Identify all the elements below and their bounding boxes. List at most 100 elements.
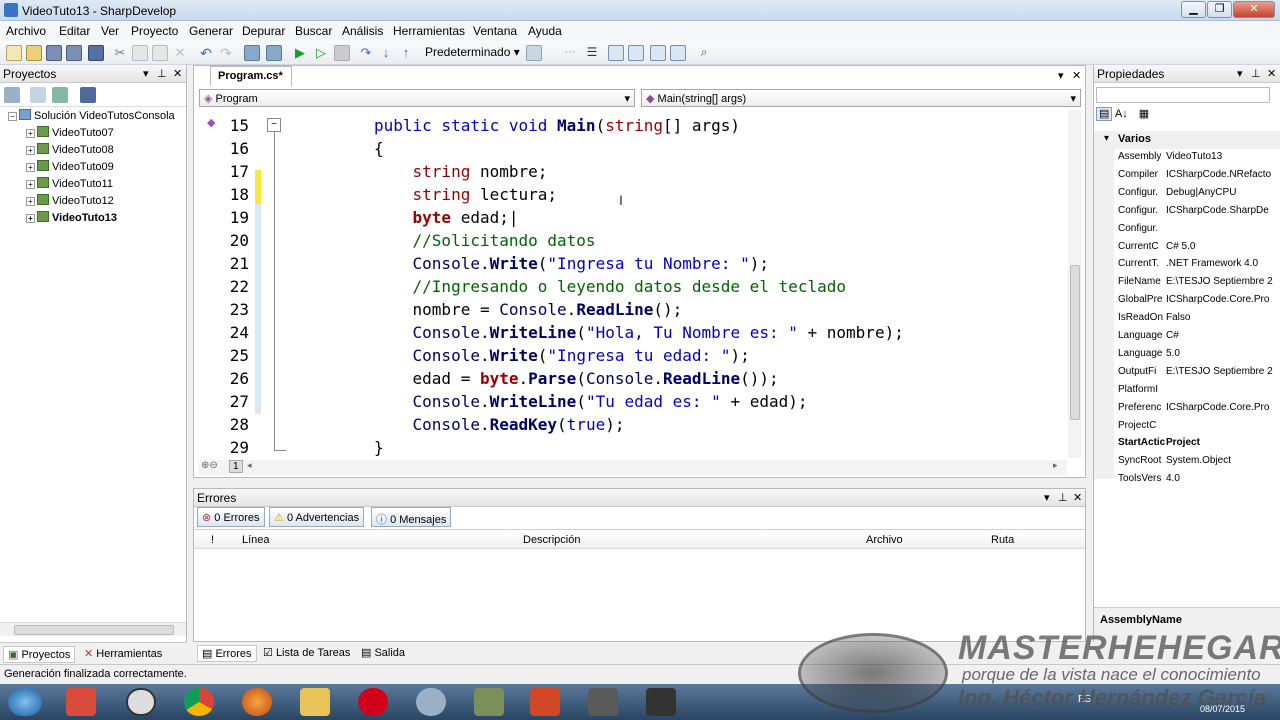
scroll-thumb[interactable]	[14, 625, 174, 635]
save-icon[interactable]	[46, 45, 62, 61]
save-as-icon[interactable]	[88, 45, 104, 61]
member-select[interactable]: ◆ Main(string[] args) ▾	[641, 89, 1081, 107]
powerpoint-icon[interactable]	[530, 688, 560, 716]
layout3-icon[interactable]	[670, 45, 686, 61]
delete-icon[interactable]: ✕	[172, 45, 188, 61]
rebuild-icon[interactable]	[266, 45, 282, 61]
editor-dropdown-icon[interactable]: ▾	[1058, 69, 1064, 82]
step-into-icon[interactable]: ↓	[378, 45, 394, 61]
panel-dropdown-icon[interactable]: ▾	[1044, 491, 1050, 504]
menu-proyecto[interactable]: Proyecto	[131, 24, 178, 38]
tab-program-cs[interactable]: Program.cs*	[210, 66, 292, 86]
code-editor[interactable]: ◆ − 15 16 17 18 19 20 21 22 23 24 25 26 …	[199, 110, 1069, 458]
new-file-icon[interactable]	[6, 45, 22, 61]
chrome-icon[interactable]	[184, 688, 214, 716]
errors-filter-button[interactable]: ⊗ 0 Errores	[197, 507, 265, 527]
zoom-icon[interactable]: ⊕⊖	[201, 460, 218, 471]
start-button-icon[interactable]	[8, 688, 42, 716]
project-node[interactable]: + VideoTuto07	[26, 126, 114, 139]
property-pages-icon[interactable]: ▦	[1139, 108, 1149, 120]
folder-icon[interactable]	[300, 688, 330, 716]
property-row[interactable]: Language C#	[1118, 330, 1280, 341]
layout-icon[interactable]	[628, 45, 644, 61]
object-select[interactable]	[1096, 87, 1270, 103]
platform-icon[interactable]	[526, 45, 542, 61]
build-icon[interactable]	[244, 45, 260, 61]
layout2-icon[interactable]	[650, 45, 666, 61]
copy-icon[interactable]	[132, 45, 148, 61]
menu-editar[interactable]: Editar	[59, 24, 90, 38]
collapse-icon[interactable]: −	[8, 112, 17, 121]
column-linea[interactable]: Línea	[242, 534, 270, 546]
messages-filter-button[interactable]: ⓘ 0 Mensajes	[371, 507, 452, 527]
project-node[interactable]: + VideoTuto08	[26, 143, 114, 156]
menu-ventana[interactable]: Ventana	[473, 24, 517, 38]
paste-icon[interactable]	[152, 45, 168, 61]
project-node[interactable]: + VideoTuto12	[26, 194, 114, 207]
menu-archivo[interactable]: Archivo	[6, 24, 46, 38]
configuration-select[interactable]: Predeterminado ▾	[422, 44, 523, 60]
run-icon[interactable]: ▶	[292, 45, 308, 61]
property-row[interactable]: ProjectC	[1118, 420, 1280, 431]
settings-icon[interactable]	[416, 688, 446, 716]
menu-analisis[interactable]: Análisis	[342, 24, 383, 38]
redo-icon[interactable]: ↷	[218, 45, 234, 61]
tab-herramientas[interactable]: ✕ Herramientas	[80, 646, 166, 661]
app-icon[interactable]	[474, 688, 504, 716]
indent-icon[interactable]: ☰	[584, 45, 600, 61]
property-row[interactable]: OutputFi E:\TESJO Septiembre 2	[1118, 366, 1280, 377]
maximize-button[interactable]: ❐	[1207, 1, 1232, 18]
property-row[interactable]: Compiler ICSharpCode.NRefacto	[1118, 169, 1280, 180]
projects-hscroll[interactable]	[0, 622, 186, 636]
panel-close-icon[interactable]: ✕	[1267, 67, 1276, 80]
project-node-active[interactable]: + VideoTuto13	[26, 211, 117, 224]
property-row[interactable]: Assembly VideoTuto13	[1118, 151, 1280, 162]
menu-ver[interactable]: Ver	[101, 24, 119, 38]
property-row[interactable]: ToolsVers 4.0	[1118, 473, 1280, 484]
warnings-filter-button[interactable]: ⚠ 0 Advertencias	[269, 507, 365, 527]
property-row[interactable]: FileName E:\TESJO Septiembre 2	[1118, 276, 1280, 287]
column-ruta[interactable]: Ruta	[991, 534, 1014, 546]
firefox-icon[interactable]	[242, 688, 272, 716]
column-severity[interactable]: !	[211, 534, 214, 546]
expand-icon[interactable]: +	[26, 197, 35, 206]
step-out-icon[interactable]: ↑	[398, 45, 414, 61]
find-icon[interactable]: ⌕	[696, 45, 712, 61]
property-row[interactable]: Configur. ICSharpCode.SharpDe	[1118, 205, 1280, 216]
media-icon[interactable]	[66, 688, 96, 716]
minimize-button[interactable]: ▁	[1181, 1, 1206, 18]
camera-icon[interactable]	[646, 688, 676, 716]
menu-generar[interactable]: Generar	[189, 24, 233, 38]
project-node[interactable]: + VideoTuto09	[26, 160, 114, 173]
tab-proyectos[interactable]: ▣ Proyectos	[3, 646, 76, 663]
expand-icon[interactable]: +	[26, 180, 35, 189]
panel-dropdown-icon[interactable]: ▾	[1237, 67, 1243, 80]
close-button[interactable]: ✕	[1233, 1, 1275, 18]
collapse-all-icon[interactable]	[30, 87, 46, 103]
comment-icon[interactable]: ⋯	[562, 45, 578, 61]
menu-ayuda[interactable]: Ayuda	[528, 24, 562, 38]
property-row[interactable]: PlatformI	[1118, 384, 1280, 395]
tab-lista-de-tareas[interactable]: ☑ Lista de Tareas	[259, 645, 354, 660]
step-over-icon[interactable]: ↷	[358, 45, 374, 61]
solution-node[interactable]: − Solución VideoTutosConsola	[8, 109, 175, 122]
project-node[interactable]: + VideoTuto11	[26, 177, 113, 190]
expand-icon[interactable]: +	[26, 214, 35, 223]
undo-icon[interactable]: ↶	[198, 45, 214, 61]
property-row[interactable]: GlobalPre ICSharpCode.Core.Pro	[1118, 294, 1280, 305]
fold-icon[interactable]: −	[267, 118, 281, 132]
sharpdevelop-icon[interactable]	[588, 688, 618, 716]
pin-icon[interactable]: ⊥	[1058, 491, 1068, 504]
refresh-icon[interactable]	[52, 87, 68, 103]
run-without-debug-icon[interactable]: ▷	[313, 45, 329, 61]
property-row[interactable]: Configur.	[1118, 223, 1280, 234]
property-row[interactable]: IsReadOn Falso	[1118, 312, 1280, 323]
save-all-icon[interactable]	[66, 45, 82, 61]
class-select[interactable]: ◈ Program ▾	[199, 89, 635, 107]
scroll-left-icon[interactable]: ◂	[247, 460, 252, 471]
expand-icon[interactable]: +	[26, 146, 35, 155]
pin-icon[interactable]: ⊥	[1251, 67, 1261, 80]
expand-icon[interactable]: +	[26, 163, 35, 172]
panel-close-icon[interactable]: ✕	[1073, 491, 1082, 504]
collapse-icon[interactable]: ▾	[1104, 133, 1109, 144]
